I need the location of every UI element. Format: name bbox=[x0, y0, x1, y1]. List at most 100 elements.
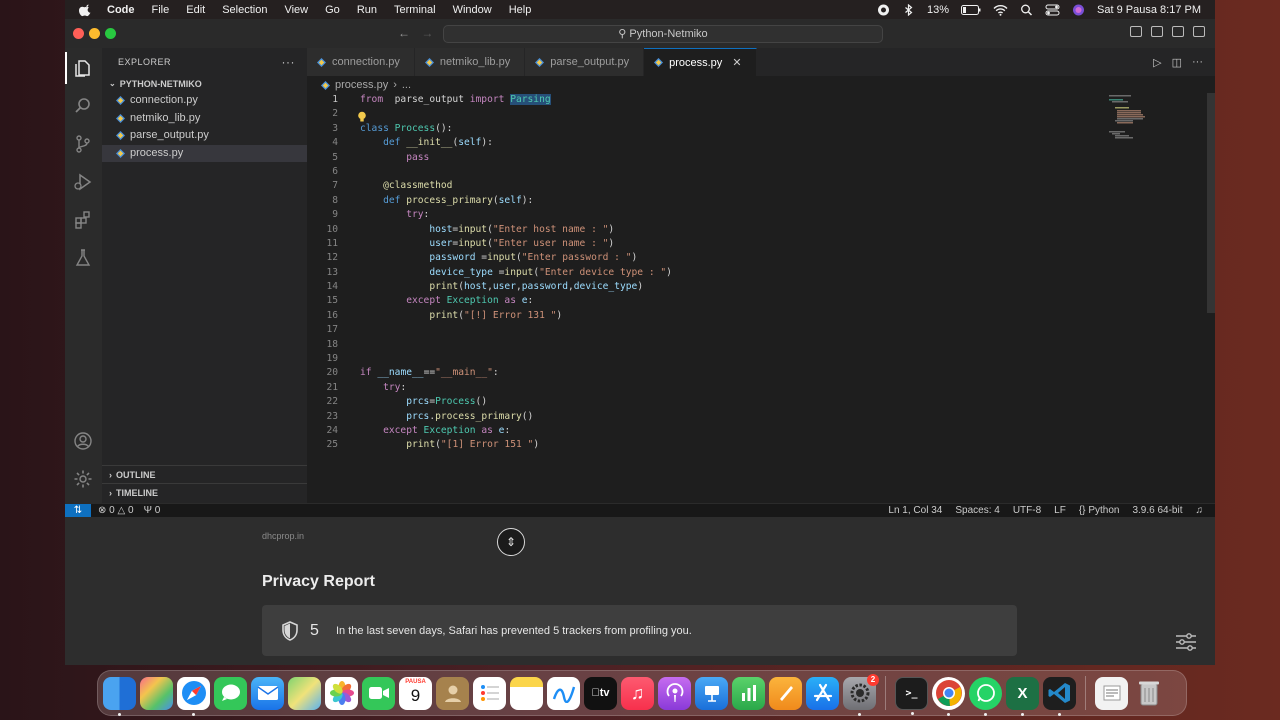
tab-connection[interactable]: connection.py bbox=[307, 48, 415, 76]
ports-status[interactable]: Ψ 0 bbox=[144, 505, 161, 516]
photos-icon[interactable] bbox=[325, 676, 358, 710]
safari-icon[interactable] bbox=[177, 676, 210, 716]
toggle-sidebar-icon[interactable] bbox=[1130, 26, 1142, 37]
forward-arrow-icon[interactable]: → bbox=[421, 26, 433, 40]
wifi-icon[interactable] bbox=[993, 4, 1008, 16]
bluetooth-icon[interactable] bbox=[902, 3, 915, 16]
indentation[interactable]: Spaces: 4 bbox=[955, 505, 999, 516]
minimap[interactable] bbox=[1107, 93, 1167, 153]
menu-help[interactable]: Help bbox=[509, 4, 532, 16]
siri-icon[interactable] bbox=[1072, 4, 1085, 16]
control-center-icon[interactable] bbox=[1045, 4, 1060, 16]
manage-gear-icon[interactable] bbox=[73, 469, 93, 489]
tab-netmiko-lib[interactable]: netmiko_lib.py bbox=[414, 48, 526, 76]
menu-app-name[interactable]: Code bbox=[107, 4, 135, 16]
freeform-icon[interactable] bbox=[547, 676, 580, 710]
end-of-line[interactable]: LF bbox=[1054, 505, 1066, 516]
menu-run[interactable]: Run bbox=[357, 4, 377, 16]
code-editor[interactable]: 1 from parse_output import Parsing 2 3 cla… bbox=[307, 93, 1107, 453]
problems-status[interactable]: ⊗ 0 △ 0 bbox=[98, 505, 134, 516]
terminal-icon[interactable]: >_ bbox=[895, 676, 928, 715]
system-settings-icon[interactable]: 2 bbox=[843, 673, 879, 716]
run-debug-icon[interactable] bbox=[73, 172, 93, 192]
file-item-netmiko-lib[interactable]: netmiko_lib.py bbox=[102, 110, 307, 128]
explorer-icon[interactable] bbox=[65, 52, 93, 84]
sliders-icon[interactable] bbox=[1175, 633, 1197, 651]
keynote-icon[interactable] bbox=[695, 676, 728, 710]
apple-icon[interactable] bbox=[79, 3, 93, 17]
split-editor-icon[interactable]: ◫ bbox=[1172, 56, 1182, 69]
notes-icon[interactable] bbox=[510, 676, 543, 710]
menu-terminal[interactable]: Terminal bbox=[394, 4, 436, 16]
app-store-icon[interactable] bbox=[806, 676, 839, 710]
numbers-icon[interactable] bbox=[732, 676, 765, 710]
file-item-connection[interactable]: connection.py bbox=[102, 92, 307, 110]
launchpad-icon[interactable] bbox=[140, 676, 173, 710]
testing-flask-icon[interactable] bbox=[73, 248, 93, 268]
menu-view[interactable]: View bbox=[284, 4, 308, 16]
tab-parse-output[interactable]: parse_output.py bbox=[525, 48, 645, 76]
apple-tv-icon[interactable]: tv bbox=[584, 676, 617, 710]
pages-icon[interactable] bbox=[769, 676, 802, 710]
battery-icon[interactable] bbox=[961, 4, 981, 16]
calendar-icon[interactable]: PAUSA 9 bbox=[399, 676, 432, 710]
menu-edit[interactable]: Edit bbox=[186, 4, 205, 16]
command-center[interactable]: ⚲ Python-Netmiko bbox=[443, 25, 883, 43]
language-mode[interactable]: {} Python bbox=[1079, 505, 1120, 516]
file-item-process[interactable]: process.py bbox=[102, 144, 307, 162]
window-zoom-button[interactable] bbox=[105, 28, 116, 39]
document-thumbnail-icon[interactable] bbox=[1095, 676, 1128, 710]
breadcrumb-file[interactable]: process.py bbox=[335, 79, 388, 91]
contacts-icon[interactable] bbox=[436, 676, 469, 710]
vscode-icon[interactable] bbox=[1043, 676, 1076, 716]
menu-file[interactable]: File bbox=[152, 4, 170, 16]
explorer-more-icon[interactable]: ··· bbox=[282, 48, 296, 76]
mail-icon[interactable] bbox=[251, 676, 284, 710]
editor-scrollbar[interactable] bbox=[1207, 93, 1215, 313]
extensions-icon[interactable] bbox=[73, 210, 93, 230]
run-python-icon[interactable]: ▷ bbox=[1153, 56, 1161, 69]
menubar-datetime[interactable]: Sat 9 Pausa 8:17 PM bbox=[1097, 4, 1201, 16]
whatsapp-icon[interactable] bbox=[969, 676, 1002, 716]
python-interpreter[interactable]: 3.9.6 64-bit bbox=[1132, 505, 1182, 516]
music-icon[interactable]: ♫ bbox=[621, 676, 654, 710]
cursor-position[interactable]: Ln 1, Col 34 bbox=[888, 505, 942, 516]
folder-header[interactable]: ⌄ PYTHON-NETMIKO bbox=[102, 76, 307, 92]
file-encoding[interactable]: UTF-8 bbox=[1013, 505, 1041, 516]
chrome-icon[interactable] bbox=[932, 676, 965, 716]
timeline-section[interactable]: › TIMELINE bbox=[102, 483, 307, 501]
screen-record-icon[interactable] bbox=[877, 4, 890, 16]
reminders-icon[interactable] bbox=[473, 676, 506, 710]
notifications-bell-icon[interactable]: ♫ bbox=[1196, 505, 1204, 516]
search-icon[interactable] bbox=[73, 96, 93, 116]
excel-icon[interactable]: X bbox=[1006, 676, 1039, 716]
menu-selection[interactable]: Selection bbox=[222, 4, 267, 16]
window-minimize-button[interactable] bbox=[89, 28, 100, 39]
outline-section[interactable]: › OUTLINE bbox=[102, 465, 307, 483]
menu-go[interactable]: Go bbox=[325, 4, 340, 16]
finder-icon[interactable] bbox=[103, 676, 136, 716]
maps-icon[interactable] bbox=[288, 676, 321, 710]
more-actions-icon[interactable]: ··· bbox=[1192, 56, 1203, 68]
customize-layout-icon[interactable] bbox=[1193, 26, 1205, 37]
tab-process[interactable]: process.py ✕ bbox=[644, 48, 757, 77]
safari-domain[interactable]: dhcprop.in bbox=[262, 531, 304, 541]
remote-indicator-icon[interactable]: ⇅ bbox=[65, 503, 91, 518]
dock-separator bbox=[1085, 676, 1086, 710]
menu-window[interactable]: Window bbox=[453, 4, 492, 16]
window-close-button[interactable] bbox=[73, 28, 84, 39]
trash-icon[interactable] bbox=[1132, 677, 1165, 710]
account-icon[interactable] bbox=[73, 431, 93, 451]
facetime-icon[interactable] bbox=[362, 676, 395, 710]
breadcrumb-rest[interactable]: ... bbox=[402, 79, 411, 91]
source-control-icon[interactable] bbox=[73, 134, 93, 154]
messages-icon[interactable] bbox=[214, 676, 247, 710]
close-tab-icon[interactable]: ✕ bbox=[732, 49, 741, 77]
toggle-secondary-sidebar-icon[interactable] bbox=[1172, 26, 1184, 37]
file-item-parse-output[interactable]: parse_output.py bbox=[102, 127, 307, 145]
spotlight-search-icon[interactable] bbox=[1020, 4, 1033, 16]
privacy-report-card[interactable]: 5 In the last seven days, Safari has pre… bbox=[262, 605, 1017, 656]
toggle-panel-icon[interactable] bbox=[1151, 26, 1163, 37]
back-arrow-icon[interactable]: ← bbox=[398, 26, 410, 40]
podcasts-icon[interactable] bbox=[658, 676, 691, 710]
